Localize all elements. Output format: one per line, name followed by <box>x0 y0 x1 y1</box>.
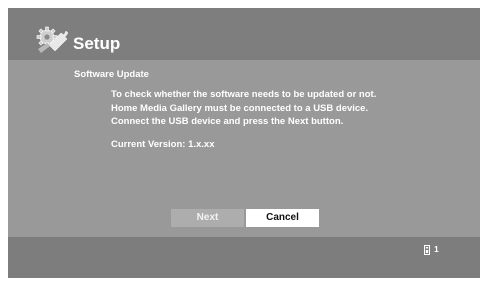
header-bar: Setup <box>8 8 480 60</box>
wrench-gear-icon <box>36 26 69 53</box>
footer-bar: 1 <box>8 237 480 278</box>
instruction-line: To check whether the software needs to b… <box>111 89 377 100</box>
remote-icon <box>424 245 430 255</box>
instruction-text: To check whether the software needs to b… <box>111 88 376 129</box>
page-number: 1 <box>434 244 439 254</box>
content-panel: Software Update To check whether the sof… <box>8 60 480 237</box>
section-title: Software Update <box>74 69 149 80</box>
next-button[interactable]: Next <box>171 209 244 227</box>
instruction-line: Connect the USB device and press the Nex… <box>111 116 344 127</box>
cancel-button[interactable]: Cancel <box>246 209 319 227</box>
setup-screen: Setup Software Update To check whether t… <box>8 8 480 278</box>
instruction-line: Home Media Gallery must be connected to … <box>111 102 369 114</box>
current-version: Current Version: 1.x.xx <box>111 139 215 150</box>
page-title: Setup <box>73 34 121 53</box>
